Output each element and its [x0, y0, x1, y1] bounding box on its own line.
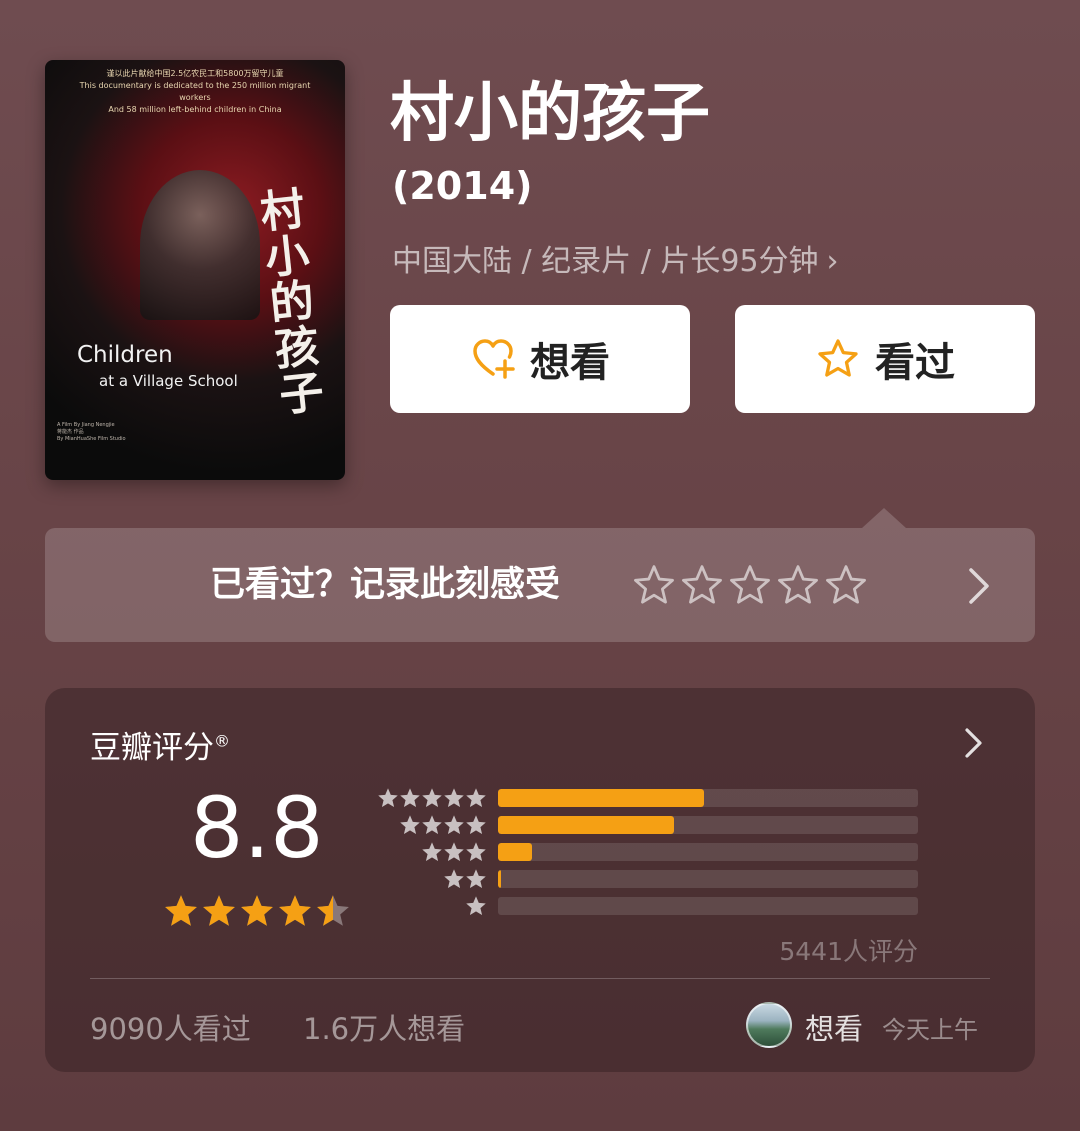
distribution-track	[498, 843, 918, 861]
friend-avatar[interactable]	[746, 1002, 792, 1048]
distribution-star-label	[377, 814, 487, 836]
distribution-bar-2-star	[498, 870, 501, 888]
average-stars	[163, 893, 351, 929]
divider	[90, 978, 990, 979]
distribution-star-label	[377, 787, 487, 809]
friend-action: 想看	[805, 1012, 864, 1046]
mini-star-icon	[422, 842, 442, 861]
poster-vertical-title: 村小的孩子	[250, 184, 325, 420]
movie-meta-link[interactable]: 中国大陆 / 纪录片 / 片长95分钟 ›	[392, 240, 839, 284]
distribution-track	[498, 870, 918, 888]
mini-star-icon	[444, 788, 464, 807]
movie-title: 村小的孩子	[390, 77, 710, 151]
mini-star-icon	[466, 815, 486, 834]
rate-star-3-icon[interactable]	[729, 564, 771, 606]
registered-mark: ®	[214, 731, 230, 751]
rating-score: 8.8	[190, 779, 324, 877]
mini-star-icon	[400, 815, 420, 834]
watched-button[interactable]: 看过	[735, 305, 1035, 413]
average-star-3-icon	[241, 895, 273, 926]
douban-rating-card[interactable]: 豆瓣评分® 8.8 5441人评分 9090人看过 1.6万人想看 想看 今天上…	[45, 688, 1035, 1072]
chevron-right-icon: ›	[826, 244, 839, 279]
mini-star-icon	[422, 815, 442, 834]
movie-year: (2014)	[392, 164, 533, 208]
rating-count: 5441人评分	[779, 937, 918, 966]
rate-stars[interactable]	[633, 564, 867, 606]
mini-star-icon	[400, 788, 420, 807]
poster-credits: A Film By Jiang Nengjie 蒋能杰 作品 By MianHu…	[57, 422, 126, 442]
chevron-right-icon[interactable]	[963, 726, 985, 764]
mini-star-icon	[422, 788, 442, 807]
distribution-star-label	[377, 841, 487, 863]
distribution-star-label	[377, 895, 487, 917]
star-outline-icon	[815, 336, 861, 382]
average-star-4-icon	[279, 895, 311, 926]
poster-english-subtitle: at a Village School	[99, 372, 238, 390]
distribution-bar-3-star	[498, 843, 532, 861]
rate-star-1-icon[interactable]	[633, 564, 675, 606]
friend-action-time: 今天上午	[882, 1016, 978, 1044]
poster-english-title: Children	[77, 342, 173, 368]
mini-star-icon	[466, 788, 486, 807]
poster-dedication: 谨以此片献给中国2.5亿农民工和5800万留守儿童 This documenta…	[79, 69, 311, 114]
rate-star-4-icon[interactable]	[777, 564, 819, 606]
distribution-track	[498, 789, 918, 807]
distribution-track	[498, 897, 918, 915]
movie-meta-text: 中国大陆 / 纪录片 / 片长95分钟	[392, 244, 819, 279]
distribution-bar-5-star	[498, 789, 704, 807]
rate-star-2-icon[interactable]	[681, 564, 723, 606]
watched-label: 看过	[875, 340, 955, 386]
want-to-watch-label: 想看	[530, 340, 610, 386]
average-star-5-icon	[317, 895, 349, 926]
distribution-track	[498, 816, 918, 834]
want-to-watch-button[interactable]: 想看	[390, 305, 690, 413]
average-star-1-icon	[165, 895, 197, 926]
mini-star-icon	[466, 896, 486, 915]
distribution-star-label	[377, 868, 487, 890]
rating-label: 豆瓣评分®	[90, 722, 230, 767]
mini-star-icon	[378, 788, 398, 807]
record-feeling-prompt: 已看过？记录此刻感受	[210, 565, 561, 605]
distribution-bar-4-star	[498, 816, 675, 834]
average-star-2-icon	[203, 895, 235, 926]
rating-label-text: 豆瓣评分	[90, 730, 214, 766]
heart-plus-icon	[470, 336, 516, 382]
mini-star-icon	[444, 842, 464, 861]
want-count[interactable]: 1.6万人想看	[303, 1006, 465, 1048]
mini-star-icon	[444, 869, 464, 888]
record-card-pointer	[862, 508, 906, 528]
movie-poster[interactable]: 谨以此片献给中国2.5亿农民工和5800万留守儿童 This documenta…	[45, 60, 345, 480]
mini-star-icon	[466, 842, 486, 861]
mini-star-icon	[466, 869, 486, 888]
rate-star-5-icon[interactable]	[825, 564, 867, 606]
watched-count[interactable]: 9090人看过	[90, 1006, 251, 1048]
chevron-right-icon	[965, 566, 993, 610]
record-feeling-card[interactable]: 已看过？记录此刻感受	[45, 528, 1035, 642]
mini-star-icon	[444, 815, 464, 834]
